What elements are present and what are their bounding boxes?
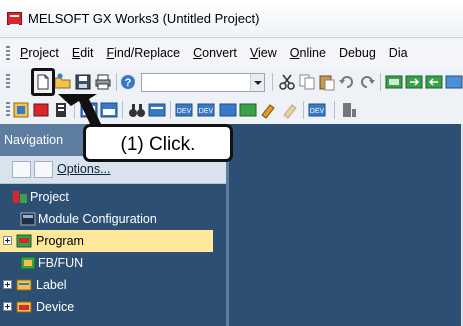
menu-bar: Project Edit Find/Replace Convert View O… (0, 38, 463, 68)
window-title: MELSOFT GX Works3 (Untitled Project) (28, 11, 260, 26)
new-button-highlight (31, 68, 55, 96)
label-icon (16, 279, 32, 291)
project-combo-box[interactable] (141, 73, 265, 92)
menu-grip-icon (6, 46, 10, 62)
device-list-icon[interactable]: DEV (175, 101, 193, 119)
toolbar-separator (334, 101, 335, 119)
instruction-callout: (1) Click. (83, 124, 233, 162)
navigation-title: Navigation (4, 133, 64, 147)
device-list-2-icon[interactable]: DEV (197, 101, 215, 119)
tree-item-program[interactable]: Program (0, 230, 213, 252)
device-icon (16, 301, 32, 313)
device-batch-icon[interactable] (385, 73, 403, 91)
read-from-plc-icon[interactable] (340, 101, 358, 119)
expand-icon[interactable] (3, 302, 12, 311)
print-icon[interactable] (94, 73, 112, 91)
svg-text:DEV: DEV (199, 108, 214, 115)
toolbar-grip-icon (6, 74, 10, 90)
watch-icon[interactable]: DEV (308, 101, 326, 119)
menu-view[interactable]: View (243, 46, 283, 60)
tree-item-fb-fun[interactable]: FB/FUN (0, 252, 226, 274)
editor-workspace[interactable] (226, 124, 463, 326)
expand-icon[interactable] (3, 236, 12, 245)
menu-diagnostics[interactable]: Dia (382, 46, 414, 60)
module-configuration-icon (20, 212, 36, 226)
device-write-icon[interactable] (405, 73, 423, 91)
menu-edit[interactable]: Edit (65, 46, 100, 60)
project-icon (13, 191, 27, 203)
binoculars-icon[interactable] (128, 101, 146, 119)
device-read-icon[interactable] (425, 73, 443, 91)
toolbar-separator (303, 101, 304, 119)
monitor-mode-icon[interactable] (259, 101, 277, 119)
toolbar-separator (170, 101, 171, 119)
program-toolbar: DEV DEV DEV (0, 96, 463, 124)
toolbar-separator (116, 73, 117, 91)
standard-toolbar: ? (0, 68, 463, 96)
tree-view-icon[interactable] (12, 161, 31, 178)
fb-fun-icon (20, 256, 36, 270)
edit-mode-icon[interactable] (239, 101, 257, 119)
module-view-icon[interactable] (32, 101, 50, 119)
ladder-view-icon[interactable] (80, 101, 98, 119)
paste-icon[interactable] (318, 73, 336, 91)
expand-icon[interactable] (3, 280, 12, 289)
toolbar-separator (122, 101, 123, 119)
expand-collapse-icon[interactable] (34, 161, 53, 178)
menu-project[interactable]: Project (13, 46, 65, 60)
options-link[interactable]: Options... (57, 162, 111, 176)
device-monitor-2-icon[interactable] (219, 101, 237, 119)
tree-item-project[interactable]: Project (0, 186, 226, 208)
disabled-tool-icon (283, 104, 297, 119)
connection-icon[interactable] (52, 101, 70, 119)
menu-debug[interactable]: Debug (332, 46, 382, 60)
window-view-icon[interactable] (100, 101, 118, 119)
copy-icon[interactable] (298, 73, 316, 91)
tree-item-device[interactable]: Device (0, 296, 226, 318)
svg-text:DEV: DEV (177, 108, 192, 115)
toolbar-separator (380, 73, 381, 91)
cut-icon[interactable] (278, 73, 296, 91)
svg-text:?: ? (125, 77, 132, 89)
tree-item-module-configuration[interactable]: Module Configuration (0, 208, 226, 230)
callout-text: (1) Click. (120, 134, 196, 155)
svg-text:DEV: DEV (310, 108, 325, 115)
open-project-icon[interactable] (54, 73, 72, 91)
toolbar-grip-icon (6, 102, 10, 118)
device-monitor-icon[interactable] (445, 73, 463, 91)
menu-convert[interactable]: Convert (186, 46, 243, 60)
save-icon[interactable] (74, 73, 92, 91)
toolbar-separator (74, 101, 75, 119)
redo-icon[interactable] (358, 73, 376, 91)
tree-item-label[interactable]: Label (0, 274, 226, 296)
title-bar: MELSOFT GX Works3 (Untitled Project) (0, 0, 463, 38)
project-view-icon[interactable] (12, 101, 30, 119)
melsoft-app-icon (7, 12, 22, 26)
menu-online[interactable]: Online (283, 46, 332, 60)
help-icon[interactable]: ? (119, 73, 137, 91)
toolbar-separator (272, 73, 273, 91)
program-icon (16, 234, 32, 248)
chevron-down-icon[interactable] (250, 74, 264, 91)
menu-find-replace[interactable]: Find/Replace (99, 46, 186, 60)
undo-icon[interactable] (338, 73, 356, 91)
cross-reference-icon[interactable] (148, 101, 166, 119)
